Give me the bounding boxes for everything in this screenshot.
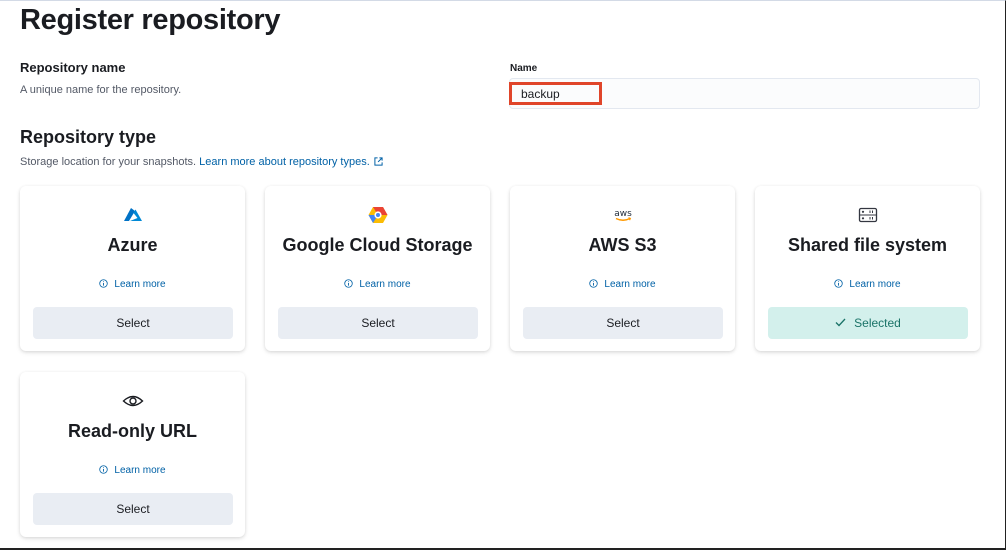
info-icon [99, 465, 109, 477]
card-title: Shared file system [787, 235, 948, 255]
learn-more-link[interactable]: Learn more [755, 279, 980, 291]
info-icon [344, 279, 354, 291]
repository-type-title: Repository type [20, 127, 157, 147]
google-cloud-icon [265, 206, 490, 224]
name-field-label: Name [510, 63, 538, 74]
selected-button[interactable]: Selected [768, 307, 968, 339]
azure-icon [20, 206, 245, 224]
select-button[interactable]: Select [33, 493, 233, 525]
card-title: Google Cloud Storage [282, 235, 473, 255]
card-google-cloud-storage: Google Cloud Storage Learn more Select [265, 186, 490, 351]
card-read-only-url: Read-only URL Learn more Select [20, 372, 245, 537]
learn-more-repository-types-link[interactable]: Learn more about repository types. [199, 156, 383, 168]
learn-more-link[interactable]: Learn more [510, 279, 735, 291]
repository-type-description: Storage location for your snapshots. Lea… [20, 156, 383, 169]
info-icon [834, 279, 844, 291]
aws-icon: aws [510, 206, 735, 224]
select-button[interactable]: Select [523, 307, 723, 339]
external-link-icon [374, 157, 383, 169]
repository-name-description: A unique name for the repository. [20, 84, 182, 96]
name-field-wrapper [509, 78, 980, 109]
learn-more-link[interactable]: Learn more [20, 465, 245, 477]
learn-more-link[interactable]: Learn more [265, 279, 490, 291]
card-title: AWS S3 [588, 235, 657, 255]
storage-icon [755, 206, 980, 224]
card-azure: Azure Learn more Select [20, 186, 245, 351]
eye-icon [20, 392, 245, 410]
card-aws-s3: aws AWS S3 Learn more Select [510, 186, 735, 351]
info-icon [99, 279, 109, 291]
name-input[interactable] [510, 79, 979, 108]
card-shared-file-system: Shared file system Learn more Selected [755, 186, 980, 351]
info-icon [589, 279, 599, 291]
card-title: Azure [107, 235, 158, 255]
card-title: Read-only URL [67, 421, 197, 441]
select-button[interactable]: Select [33, 307, 233, 339]
learn-more-link[interactable]: Learn more [20, 279, 245, 291]
page-title: Register repository [20, 4, 281, 36]
select-button[interactable]: Select [278, 307, 478, 339]
repository-name-title: Repository name [20, 60, 126, 75]
check-icon [835, 316, 846, 330]
repository-type-text: Storage location for your snapshots. [20, 156, 197, 168]
